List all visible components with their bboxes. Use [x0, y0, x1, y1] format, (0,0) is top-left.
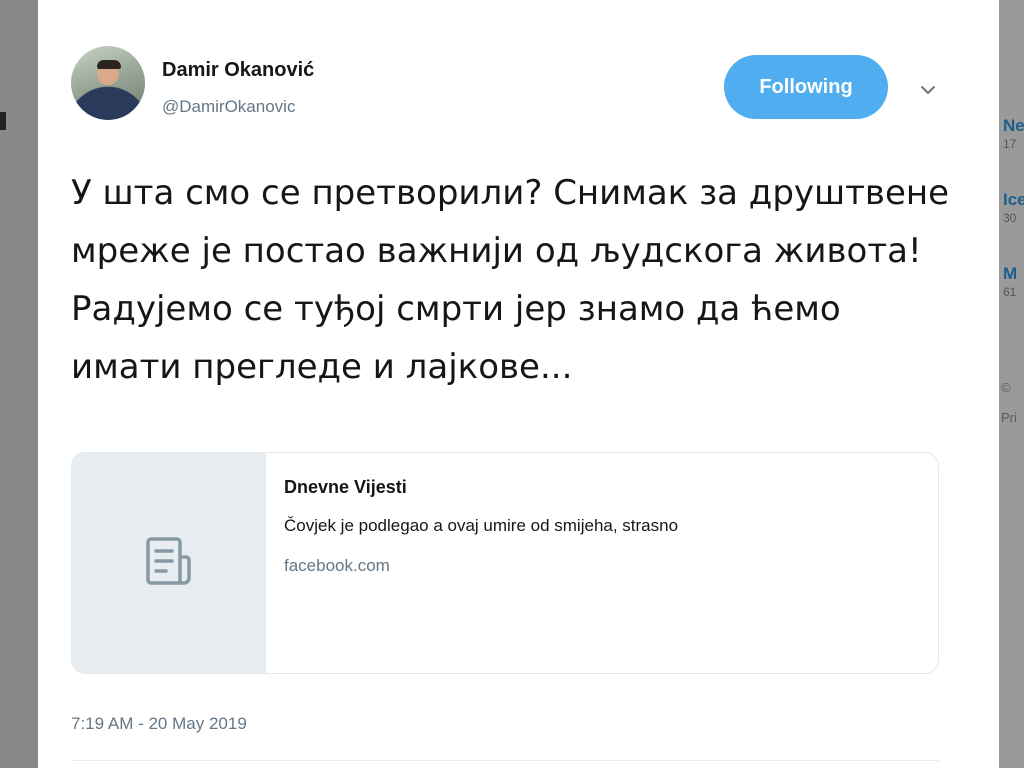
- card-thumbnail: [72, 453, 266, 673]
- trend-item: Ice 30: [1003, 190, 1024, 225]
- following-button[interactable]: Following: [724, 55, 888, 119]
- trend-item: M 61: [1003, 264, 1018, 299]
- card-title: Dnevne Vijesti: [284, 477, 407, 497]
- footer-copyright: ©: [1001, 380, 1011, 395]
- link-preview-card[interactable]: Dnevne Vijesti Čovjek je podlegao a ovaj…: [71, 452, 939, 674]
- tweet-timestamp[interactable]: 7:19 AM - 20 May 2019: [71, 714, 247, 734]
- author-handle[interactable]: @DamirOkanovic: [162, 97, 295, 117]
- footer-privacy: Pri: [1001, 410, 1017, 425]
- avatar[interactable]: [71, 46, 145, 120]
- author-name[interactable]: Damir Okanović: [162, 59, 314, 82]
- card-description: Čovjek je podlegao a ovaj umire od smije…: [284, 516, 679, 535]
- tweet-card: Damir Okanović @DamirOkanovic Following …: [38, 0, 999, 768]
- chevron-down-icon[interactable]: [918, 80, 938, 100]
- background-page-right: Ne 17 Ice 30 M 61 © Pri: [999, 0, 1024, 768]
- document-icon: [139, 531, 199, 596]
- background-fragment: [0, 112, 6, 130]
- trend-item: Ne 17: [1003, 116, 1024, 151]
- tweet-text: У шта смо се претворили? Снимак за друшт…: [71, 173, 950, 387]
- card-domain: facebook.com: [284, 556, 390, 575]
- divider: [71, 760, 939, 761]
- background-page-left: [0, 0, 36, 768]
